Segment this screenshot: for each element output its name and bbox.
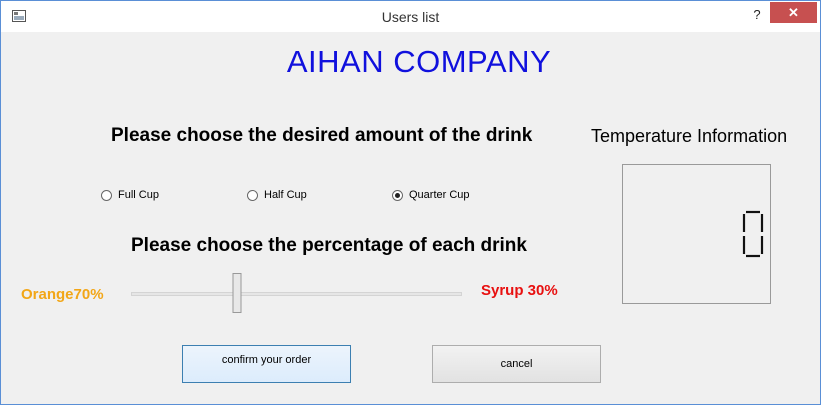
- users-list-window: Users list ? ✕ AIHAN COMPANY Please choo…: [0, 0, 821, 405]
- temperature-lcd-display: 0: [622, 164, 771, 304]
- cancel-button[interactable]: cancel: [432, 345, 601, 383]
- radio-indicator: [247, 189, 258, 201]
- company-title: AIHAN COMPANY: [286, 44, 552, 79]
- help-button[interactable]: ?: [749, 6, 765, 24]
- radio-indicator: [101, 189, 112, 201]
- mix-slider-track[interactable]: [131, 292, 462, 296]
- mix-slider-handle[interactable]: [232, 273, 242, 313]
- radio-full-cup-label: Full Cup: [118, 189, 159, 201]
- radio-quarter-cup[interactable]: Quarter Cup: [392, 189, 470, 201]
- dialog-content: AIHAN COMPANY Please choose the desired …: [9, 32, 812, 396]
- lcd-digit: [742, 210, 764, 258]
- amount-heading: Please choose the desired amount of the …: [111, 125, 533, 146]
- syrup-percentage-label: Syrup 30%: [481, 282, 558, 299]
- radio-half-cup[interactable]: Half Cup: [247, 189, 307, 201]
- radio-half-cup-label: Half Cup: [264, 189, 307, 201]
- orange-percentage-label: Orange70%: [21, 286, 104, 303]
- radio-quarter-cup-label: Quarter Cup: [409, 189, 470, 201]
- window-title: Users list: [381, 9, 440, 25]
- title-bar: Users list ? ✕: [1, 1, 820, 32]
- temperature-title: Temperature Information: [591, 126, 788, 146]
- radio-full-cup[interactable]: Full Cup: [101, 189, 159, 201]
- radio-indicator: [392, 189, 403, 201]
- percentage-heading: Please choose the percentage of each dri…: [131, 235, 527, 256]
- close-button[interactable]: ✕: [770, 2, 817, 23]
- confirm-order-button[interactable]: confirm your order: [182, 345, 351, 383]
